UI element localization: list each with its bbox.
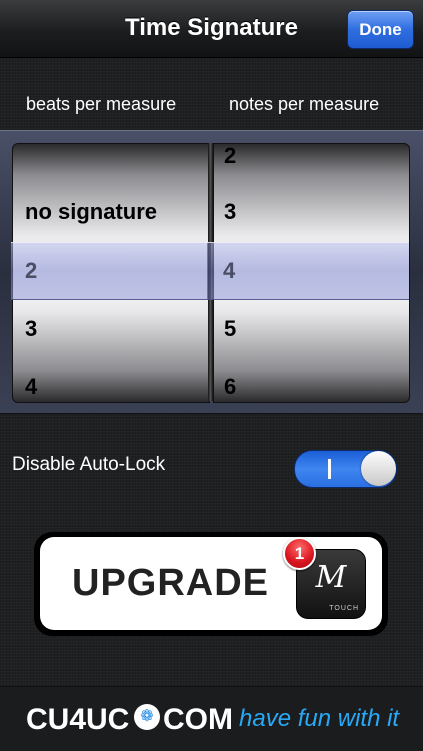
picker-selection-band: 2 4 [11, 242, 409, 300]
notes-row[interactable]: 3 [224, 197, 236, 227]
beats-row[interactable]: no signature [25, 197, 157, 227]
toggle-on-indicator [328, 459, 331, 479]
band-divider [207, 243, 211, 299]
done-button[interactable]: Done [347, 10, 414, 49]
brand-tagline: have fun with it [239, 705, 400, 732]
beats-row[interactable]: 3 [25, 314, 37, 344]
nav-bar: Time Signature Done [0, 0, 423, 58]
brand-name-part1: CU4UC [26, 703, 130, 736]
notes-selected-value: 4 [223, 258, 236, 283]
upgrade-label: UPGRADE [72, 562, 270, 604]
app-icon-sublabel: TOUCH [329, 605, 359, 612]
notes-row[interactable]: 2 [224, 144, 236, 171]
notes-header: notes per measure [229, 94, 380, 114]
brand-name-part2: COM [163, 703, 233, 736]
paw-icon: ❁ [134, 704, 160, 730]
autolock-toggle[interactable] [294, 450, 397, 488]
autolock-label: Disable Auto-Lock [12, 454, 166, 475]
notification-badge: 1 [283, 537, 316, 570]
notes-row[interactable]: 6 [224, 372, 236, 402]
beats-header: beats per measure [26, 94, 177, 114]
beats-row[interactable]: 4 [25, 372, 37, 402]
beats-selected-value: 2 [25, 258, 38, 283]
toggle-knob[interactable] [361, 451, 396, 486]
notes-row[interactable]: 5 [224, 314, 236, 344]
